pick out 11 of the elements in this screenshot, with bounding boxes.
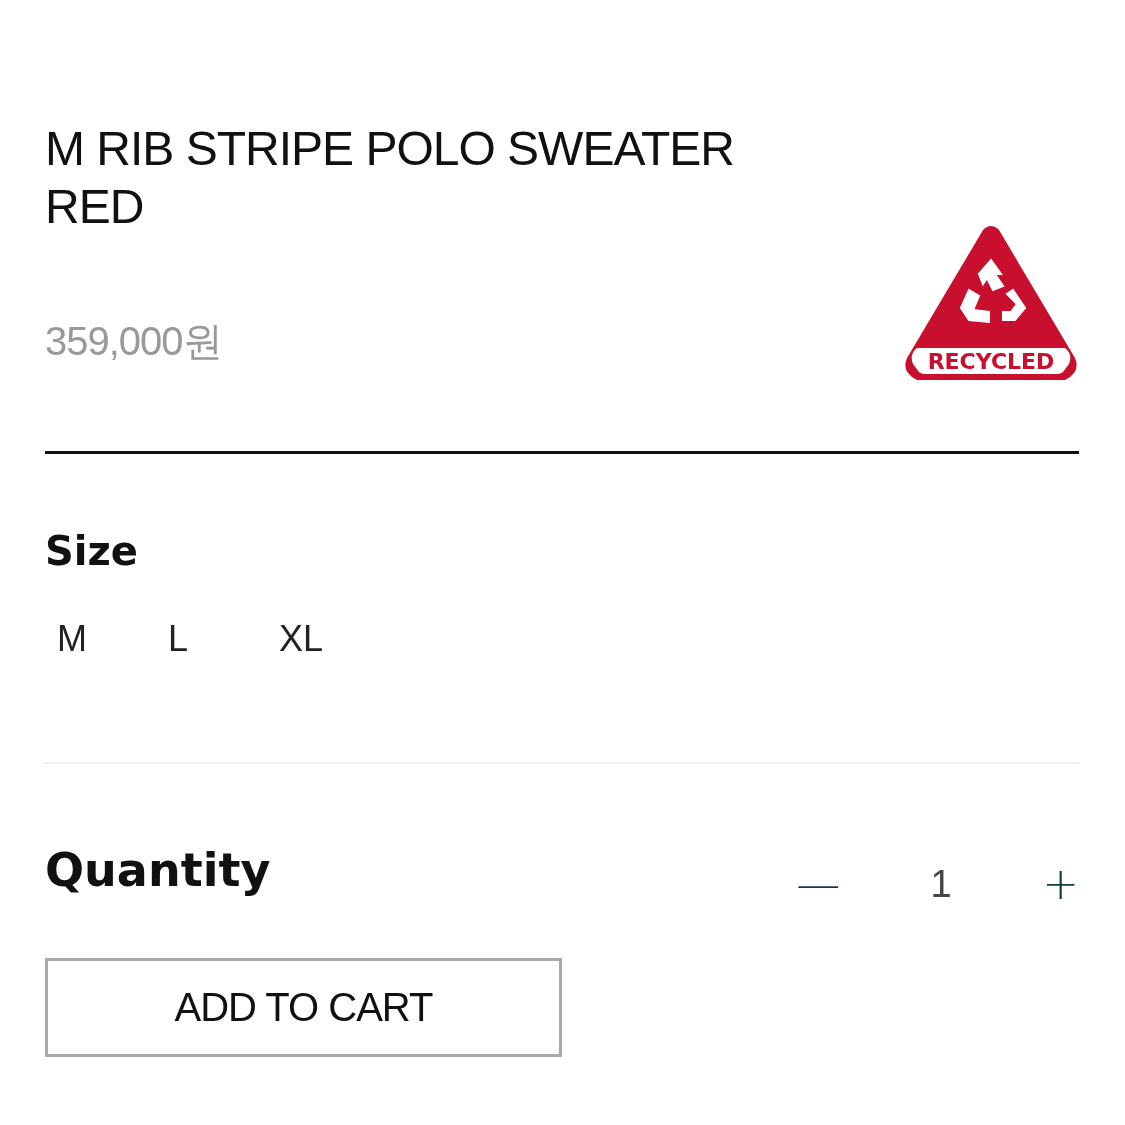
add-to-cart-button[interactable]: ADD TO CART bbox=[45, 958, 562, 1057]
size-option[interactable]: XL bbox=[279, 618, 390, 660]
product-title: M RIB STRIPE POLO SWEATER RED bbox=[45, 121, 735, 235]
size-label: Size bbox=[45, 528, 138, 574]
size-option[interactable]: M bbox=[57, 618, 168, 660]
decrease-button[interactable]: — bbox=[796, 862, 841, 906]
quantity-label: Quantity bbox=[45, 843, 271, 897]
increase-button[interactable]: + bbox=[1042, 862, 1079, 906]
price: 359,000원 bbox=[45, 318, 222, 365]
size-option[interactable]: L bbox=[168, 618, 279, 660]
quantity-value: 1 bbox=[929, 862, 953, 906]
